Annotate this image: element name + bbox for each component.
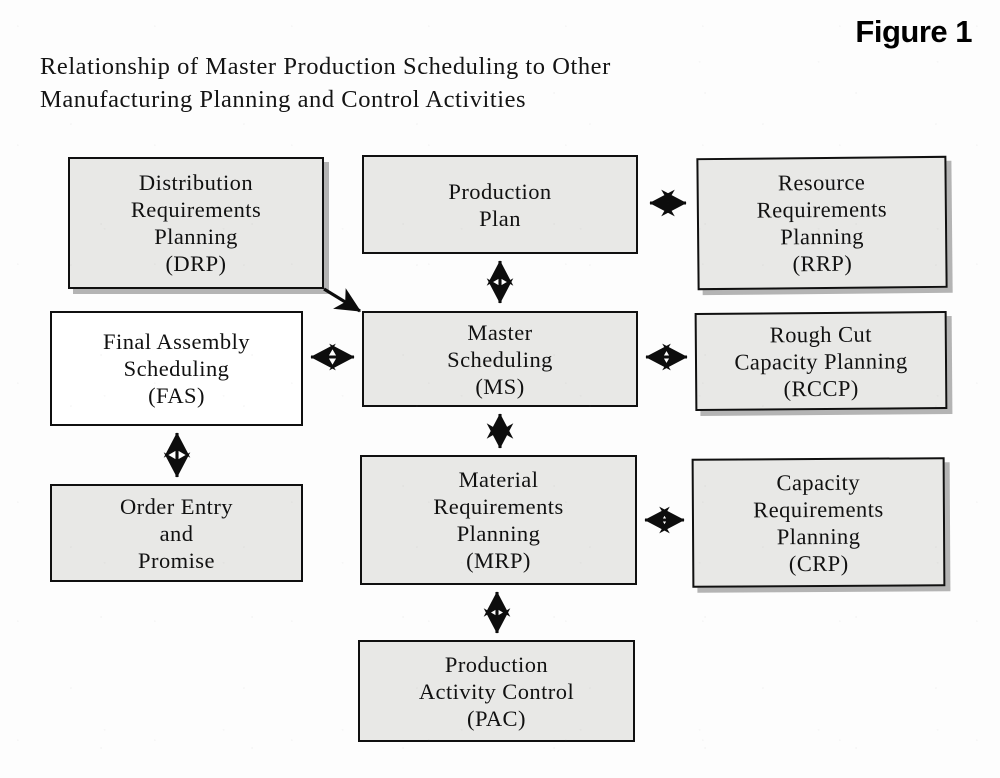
node-final-assembly-scheduling[interactable]: Final Assembly Scheduling (FAS) [50,311,303,426]
node-line: (MRP) [466,548,531,573]
node-line: Production [448,178,552,204]
node-line: (MS) [475,373,525,399]
node-line: (RRP) [792,250,853,277]
node-line: Order Entry [119,493,234,519]
node-line: Capacity Planning [734,347,908,375]
node-rough-cut-capacity-planning[interactable]: Rough Cut Capacity Planning (RCCP) [694,311,948,411]
figure-title-line-2: Manufacturing Planning and Control Activ… [40,86,527,113]
connector-drp-to-master-scheduling [323,287,362,313]
node-production-activity-control[interactable]: Production Activity Control (PAC) [358,640,635,742]
node-line: Planning [456,521,541,546]
figure-title: Relationship of Master Production Schedu… [40,50,800,116]
node-line: Scheduling [447,346,553,372]
node-line: (CRP) [788,550,849,576]
node-line: Requirements [130,197,262,222]
figure-title-line-1: Relationship of Master Production Schedu… [40,53,611,80]
node-line: Requirements [756,196,888,223]
node-line: Planning [776,523,861,549]
node-master-scheduling[interactable]: Master Scheduling (MS) [362,311,638,407]
node-resource-requirements-planning[interactable]: Resource Requirements Planning (RRP) [696,155,948,291]
node-line: Resource [777,169,866,196]
node-line: and [159,520,194,546]
figure-page: Figure 1 Relationship of Master Producti… [0,0,1000,778]
node-line: Production [444,651,549,677]
node-line: Final Assembly [103,329,250,354]
node-line: Planning [780,223,865,250]
node-line: Master [467,319,533,345]
node-order-entry-and-promise[interactable]: Order Entry and Promise [50,484,303,582]
node-line: Capacity [776,469,861,495]
node-line: Planning [154,224,238,249]
node-line: Material [458,467,539,492]
node-line: Requirements [433,494,564,519]
node-line: Requirements [753,496,884,522]
node-line: (PAC) [467,705,526,731]
node-line: Activity Control [418,678,575,704]
node-line: (DRP) [165,251,227,276]
node-capacity-requirements-planning[interactable]: Capacity Requirements Planning (CRP) [691,457,946,588]
node-line: Scheduling [123,356,230,381]
node-line: (FAS) [148,383,205,408]
node-line: Plan [479,205,521,231]
node-line: Promise [138,547,215,573]
node-line: Distribution [138,170,254,195]
node-production-plan[interactable]: Production Plan [362,155,638,254]
node-distribution-requirements-planning[interactable]: Distribution Requirements Planning (DRP) [68,157,324,289]
node-line: (RCCP) [783,375,859,401]
node-line: Rough Cut [769,321,872,347]
node-material-requirements-planning[interactable]: Material Requirements Planning (MRP) [360,455,637,585]
figure-number-label: Figure 1 [855,14,972,49]
